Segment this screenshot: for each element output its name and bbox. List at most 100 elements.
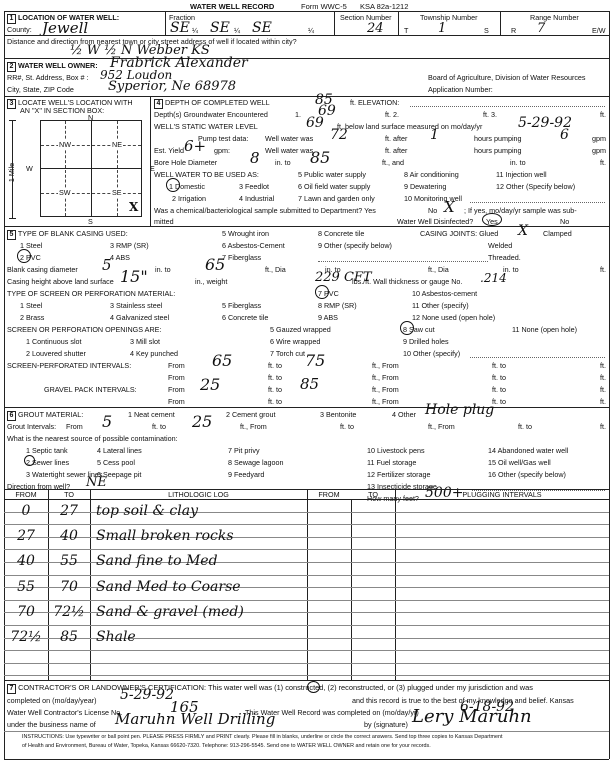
screen-option-concrete[interactable]: 6 Concrete tile [222,313,268,322]
screen-option-stainless[interactable]: 3 Stainless steel [110,301,162,310]
height-field[interactable]: 15" [120,269,148,285]
gravel-to-field[interactable]: 85 [300,377,319,392]
source-option-abandoned[interactable]: 14 Abandoned water well [488,446,568,455]
casing-option-rmp[interactable]: 3 RMP (SR) [110,241,149,250]
source-option-privy[interactable]: 7 Pit privy [228,446,260,455]
screen-option-rmp[interactable]: 8 RMP (SR) [318,301,357,310]
screen-option-brass[interactable]: 2 Brass [20,313,44,322]
gauge-field[interactable]: .214 [480,272,507,284]
casing-option-abs[interactable]: 4 ABS [110,253,130,262]
source-option-fuel[interactable]: 11 Fuel storage [367,458,416,467]
range-field[interactable]: 7 [537,22,545,35]
source-option-livestock[interactable]: 10 Livestock pens [367,446,425,455]
screen-option-asbestos[interactable]: 10 Asbestos-cement [412,289,477,298]
opening-option-key[interactable]: 4 Key punched [130,349,178,358]
use-option-industrial[interactable]: 4 Industrial [239,194,274,203]
source-option-fertilizer[interactable]: 12 Fertilizer storage [367,470,431,479]
screen-option-galvanized[interactable]: 4 Galvanized steel [110,313,169,322]
use-option-feedlot[interactable]: 3 Feedlot [239,182,269,191]
log-description-cell[interactable]: Sand Med to Coarse [96,580,241,594]
source-option-cesspool[interactable]: 5 Cess pool [97,458,135,467]
log-description-cell[interactable]: top soil & clay [96,504,198,518]
log-to-cell[interactable]: 27 [48,504,90,518]
diameter-field[interactable]: 5 [102,258,112,273]
use-option-lawn[interactable]: 7 Lawn and garden only [298,194,375,203]
opening-option-other[interactable]: 10 Other (specify) [403,349,460,358]
grout-option-other[interactable]: 4 Other [392,410,416,419]
pump-gpm-field[interactable]: 6 [560,128,569,142]
casing-option-asbestos[interactable]: 6 Asbestos-Cement [222,241,285,250]
direction-field[interactable]: NE [86,476,107,489]
grout-option-neat[interactable]: 1 Neat cement [128,410,175,419]
screen-option-steel[interactable]: 1 Steel [20,301,42,310]
log-to-cell[interactable]: 70 [48,580,90,594]
screen-option-other[interactable]: 11 Other (specify) [412,301,469,310]
log-to-cell[interactable]: 85 [48,630,90,644]
fraction-3[interactable]: SE [252,21,272,35]
log-description-cell[interactable]: Sand fine to Med [96,554,218,568]
casing-option-other[interactable]: 9 Other (specify below) [318,241,392,250]
source-option-feedyard[interactable]: 9 Feedyard [228,470,264,479]
log-from-cell[interactable]: 72½ [4,630,48,644]
source-option-oilwell[interactable]: 15 Oil well/Gas well [488,458,551,467]
joints-threaded-option[interactable]: Threaded. [488,253,521,262]
grout-option-cement[interactable]: 2 Cement grout [226,410,276,419]
log-from-cell[interactable]: 55 [4,580,48,594]
use-option-air[interactable]: 8 Air conditioning [404,170,459,179]
joints-welded-option[interactable]: Welded [488,241,512,250]
grout-from-field[interactable]: 5 [102,414,112,430]
source-option-lateral[interactable]: 4 Lateral lines [97,446,142,455]
log-to-cell[interactable]: 55 [48,554,90,568]
bore-in-field[interactable]: 8 [250,151,260,166]
grout-to-field[interactable]: 25 [192,414,212,430]
opening-option-louvered[interactable]: 2 Louvered shutter [26,349,86,358]
screen-from-field[interactable]: 65 [212,353,232,369]
screen-option-fiberglass[interactable]: 5 Fiberglass [222,301,261,310]
fraction-1[interactable]: SE [170,21,190,35]
opening-option-gauzed[interactable]: 5 Gauzed wrapped [270,325,331,334]
bore-ft-field[interactable]: 85 [310,150,330,166]
grout-other-field[interactable]: Hole plug [425,403,494,417]
source-option-septic[interactable]: 1 Septic tank [26,446,68,455]
log-description-cell[interactable]: Small broken rocks [96,529,234,543]
joints-clamped-option[interactable]: Clamped [543,229,572,238]
yield-field[interactable]: 6+ [184,139,206,154]
township-field[interactable]: 1 [438,22,446,35]
log-from-cell[interactable]: 0 [4,504,48,518]
signature-field[interactable]: Lery Maruhn [412,708,532,726]
county-field[interactable]: Jewell [42,21,88,36]
screen-option-none[interactable]: 12 None used (open hole) [412,313,495,322]
sample-no-option[interactable]: No [428,206,437,215]
log-from-cell[interactable]: 27 [4,529,48,543]
opening-option-drilled[interactable]: 9 Drilled holes [403,337,449,346]
section-grid[interactable]: NW NE SW SE X [40,120,142,217]
disinfected-no-option[interactable]: No [560,217,569,226]
business-field[interactable]: Maruhn Well Drilling [115,712,275,727]
source-option-lagoon[interactable]: 8 Sewage lagoon [228,458,284,467]
pump-hours-field[interactable]: 1 [430,128,439,142]
log-to-cell[interactable]: 72½ [48,605,90,619]
pump-ft-field[interactable]: 72 [330,128,348,142]
log-from-cell[interactable]: 70 [4,605,48,619]
use-option-other[interactable]: 12 Other (Specify below) [496,182,575,191]
section-number-field[interactable]: 24 [367,22,384,35]
use-option-injection[interactable]: 11 Injection well [496,170,547,179]
use-option-dewatering[interactable]: 9 Dewatering [404,182,446,191]
log-description-cell[interactable]: Sand & gravel (med) [96,605,244,619]
use-option-public[interactable]: 5 Public water supply [298,170,366,179]
diameter-to-field[interactable]: 65 [205,257,225,273]
use-option-irrigation[interactable]: 2 Irrigation [172,194,206,203]
opening-option-mill[interactable]: 3 Mill slot [130,337,160,346]
log-to-cell[interactable]: 40 [48,529,90,543]
casing-option-wrought[interactable]: 5 Wrought iron [222,229,269,238]
opening-option-wire[interactable]: 6 Wire wrapped [270,337,320,346]
log-description-cell[interactable]: Shale [96,630,136,644]
static-level-field[interactable]: 69 [306,116,324,130]
log-from-cell[interactable]: 40 [4,554,48,568]
source-option-other[interactable]: 16 Other (specify below) [488,470,566,479]
city-field[interactable]: Syperior, Ne 68978 [108,80,236,93]
screen-to-field[interactable]: 75 [305,353,325,369]
casing-option-concrete[interactable]: 8 Concrete tile [318,229,364,238]
opening-option-none[interactable]: 11 None (open hole) [512,325,577,334]
opening-option-torch[interactable]: 7 Torch cut [270,349,305,358]
